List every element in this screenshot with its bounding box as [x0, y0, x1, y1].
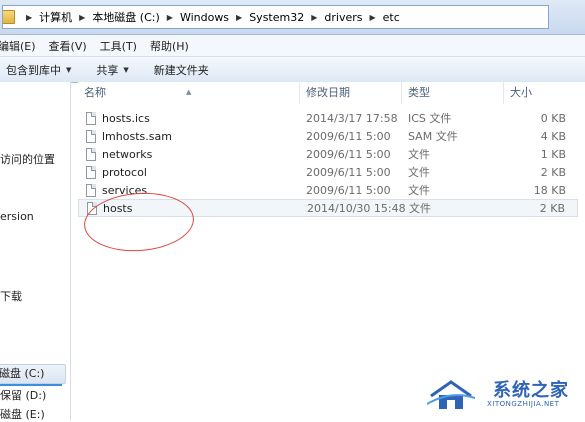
file-type: 文件: [409, 202, 431, 215]
chevron-right-icon[interactable]: ▶: [369, 13, 375, 22]
file-icon: [86, 112, 96, 125]
navigation-pane: 访问的位置 ersion 下载 磁盘 (C:) 保留 (D:) 磁盘 (E:): [0, 82, 71, 421]
nav-item-drive-d[interactable]: 保留 (D:): [0, 387, 46, 403]
column-size[interactable]: 大小: [504, 82, 578, 104]
include-library-button[interactable]: 包含到库中 ▼: [6, 62, 71, 78]
caret-down-icon: ▼: [123, 65, 129, 74]
nav-item-version[interactable]: ersion: [0, 210, 34, 223]
file-name: protocol: [102, 166, 147, 179]
file-date: 2009/6/11 5:00: [306, 166, 391, 179]
caret-down-icon: ▼: [66, 65, 72, 74]
menu-help[interactable]: 帮助(H): [150, 38, 189, 54]
file-date: 2014/10/30 15:48: [307, 202, 406, 215]
watermark-title: 系统之家: [493, 380, 569, 401]
chevron-right-icon[interactable]: ▶: [26, 13, 32, 22]
address-bar: ▶ 计算机 ▶ 本地磁盘 (C:) ▶ Windows ▶ System32 ▶…: [0, 0, 585, 35]
sort-up-icon: ▲: [186, 88, 192, 96]
menu-edit[interactable]: 编辑(E): [0, 38, 36, 54]
breadcrumb-windows[interactable]: Windows: [180, 11, 229, 24]
column-name[interactable]: 名称 ▲: [78, 82, 300, 104]
chevron-right-icon[interactable]: ▶: [236, 13, 242, 22]
breadcrumb-local-disk[interactable]: 本地磁盘 (C:): [92, 9, 159, 25]
file-icon: [86, 148, 96, 161]
breadcrumb-drivers[interactable]: drivers: [324, 11, 362, 24]
file-row[interactable]: lmhosts.sam 2009/6/11 5:00 SAM 文件 4 KB: [78, 128, 578, 146]
file-icon: [86, 166, 96, 179]
folder-icon: [3, 10, 15, 24]
watermark: 系统之家 XITONGZHIJIA.NET: [425, 370, 585, 420]
file-name: lmhosts.sam: [102, 130, 172, 143]
new-folder-button[interactable]: 新建文件夹: [154, 62, 209, 78]
share-label: 共享: [96, 63, 119, 77]
column-header: 名称 ▲ 修改日期 类型 大小: [78, 82, 585, 104]
file-type: 文件: [408, 184, 430, 197]
file-size: 2 KB: [540, 166, 566, 179]
house-logo-icon: [427, 380, 475, 409]
menu-bar: 编辑(E) 查看(V) 工具(T) 帮助(H): [0, 35, 585, 56]
chevron-right-icon[interactable]: ▶: [79, 13, 85, 22]
command-toolbar: 包含到库中 ▼ 共享 ▼ 新建文件夹: [0, 56, 585, 83]
menu-view[interactable]: 查看(V): [49, 38, 87, 54]
file-date: 2009/6/11 5:00: [306, 184, 391, 197]
file-date: 2009/6/11 5:00: [306, 130, 391, 143]
file-row[interactable]: networks 2009/6/11 5:00 文件 1 KB: [78, 146, 578, 164]
column-type[interactable]: 类型: [402, 82, 504, 104]
menu-tools[interactable]: 工具(T): [100, 38, 137, 54]
drive-usage-bar: [0, 384, 62, 386]
file-type: 文件: [408, 166, 430, 179]
file-type: SAM 文件: [408, 130, 458, 143]
watermark-subtitle: XITONGZHIJIA.NET: [487, 400, 560, 408]
address-box[interactable]: ▶ 计算机 ▶ 本地磁盘 (C:) ▶ Windows ▶ System32 ▶…: [2, 5, 549, 29]
file-name: networks: [102, 148, 153, 161]
file-size: 4 KB: [540, 130, 566, 143]
file-type: 文件: [408, 148, 430, 161]
file-name: hosts.ics: [102, 112, 150, 125]
file-row[interactable]: hosts.ics 2014/3/17 17:58 ICS 文件 0 KB: [78, 110, 578, 128]
chevron-right-icon[interactable]: ▶: [311, 13, 317, 22]
include-library-label: 包含到库中: [6, 63, 61, 77]
file-row[interactable]: protocol 2009/6/11 5:00 文件 2 KB: [78, 164, 578, 182]
nav-item-drive-c[interactable]: 磁盘 (C:): [0, 364, 66, 384]
nav-item-downloads[interactable]: 下载: [0, 288, 22, 304]
file-type: ICS 文件: [408, 112, 452, 125]
file-date: 2009/6/11 5:00: [306, 148, 391, 161]
share-button[interactable]: 共享 ▼: [96, 62, 128, 78]
file-size: 18 KB: [533, 184, 566, 197]
breadcrumb-system32[interactable]: System32: [249, 11, 304, 24]
file-size: 1 KB: [540, 148, 566, 161]
file-icon: [86, 130, 96, 143]
file-size: 0 KB: [540, 112, 566, 125]
column-date[interactable]: 修改日期: [300, 82, 402, 104]
file-date: 2014/3/17 17:58: [306, 112, 398, 125]
column-name-label: 名称: [84, 86, 106, 99]
chevron-right-icon[interactable]: ▶: [167, 13, 173, 22]
file-size: 2 KB: [539, 202, 565, 215]
breadcrumb-etc[interactable]: etc: [383, 11, 400, 24]
file-icon: [86, 184, 96, 197]
breadcrumb-computer[interactable]: 计算机: [39, 9, 72, 25]
nav-item-recent-places[interactable]: 访问的位置: [0, 151, 55, 167]
